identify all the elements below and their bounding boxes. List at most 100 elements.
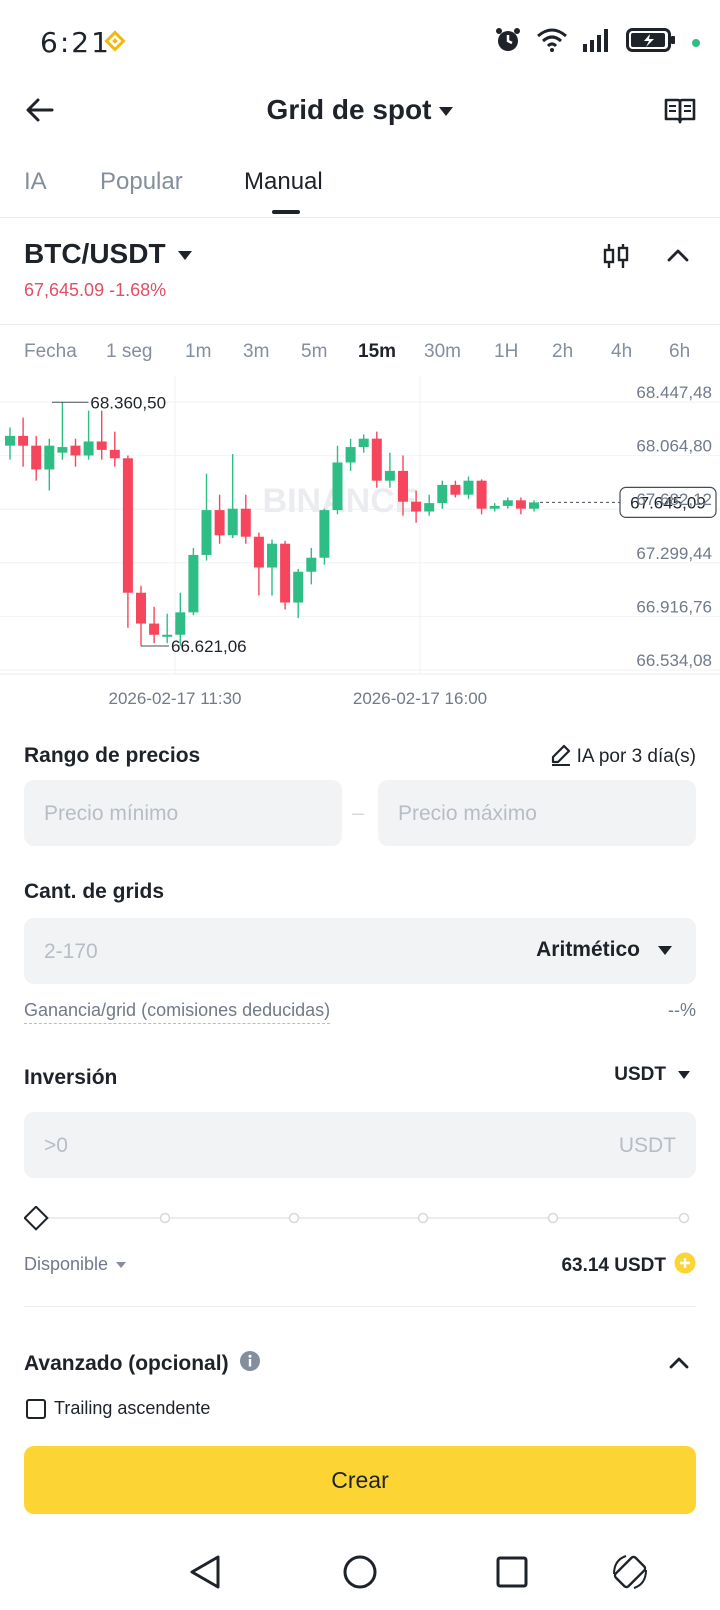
pair-info[interactable]: BTC/USDT 67,645.09 -1.68% — [24, 238, 192, 301]
available-value: 63.14 USDT — [561, 1254, 666, 1276]
candle-body — [476, 480, 487, 509]
candle-body — [227, 508, 238, 536]
add-funds-icon[interactable] — [674, 1252, 696, 1279]
candle-body — [358, 438, 369, 448]
interval-4h[interactable]: 4h — [611, 341, 632, 363]
candle-body — [214, 510, 225, 536]
notification-dot — [692, 38, 700, 47]
y-tick-label: 66.916,76 — [636, 597, 712, 616]
min-price-input[interactable]: Precio mínimo — [24, 780, 342, 846]
ai-range-label: IA por 3 día(s) — [576, 745, 696, 767]
y-tick-label: 67.682,12 — [636, 490, 712, 509]
interval-30m[interactable]: 30m — [424, 341, 461, 363]
pair-symbol: BTC/USDT — [24, 238, 166, 269]
candle-body — [149, 623, 160, 635]
pair-price-change: 67,645.09 -1.68% — [24, 280, 167, 300]
grid-mode-selector[interactable]: Aritmético — [536, 938, 672, 962]
range-separator: – — [352, 800, 365, 825]
book-icon[interactable] — [664, 96, 696, 129]
nav-recents-icon[interactable] — [496, 1556, 528, 1593]
grid-count-label: Cant. de grids — [24, 880, 165, 903]
status-bar: 6:21 — [0, 0, 720, 84]
interval-1h[interactable]: 1H — [494, 341, 518, 363]
investment-unit: USDT — [618, 1134, 676, 1157]
price-chart[interactable]: BINANCE 67.645,0968.360,5066.621,06 68.4… — [0, 376, 720, 716]
nav-home-icon[interactable] — [342, 1554, 378, 1595]
candle-body — [5, 435, 15, 446]
candle-body — [253, 536, 264, 568]
tab-popular[interactable]: Popular — [100, 168, 183, 196]
interval-fecha[interactable]: Fecha — [24, 341, 77, 363]
active-tab-indicator — [272, 210, 300, 214]
trailing-up-label: Trailing ascendente — [54, 1398, 211, 1418]
system-nav-bar — [0, 1534, 720, 1610]
create-button[interactable]: Crear — [24, 1446, 696, 1514]
candle-body — [175, 612, 186, 635]
caret-down-icon — [116, 1261, 127, 1268]
ai-range-button[interactable]: IA por 3 día(s) — [549, 742, 696, 771]
investment-currency-selector[interactable]: USDT — [614, 1064, 690, 1086]
candle-body — [70, 445, 81, 456]
advanced-label: Avanzado (opcional) — [24, 1351, 229, 1375]
candle-body — [529, 502, 539, 509]
candle-body — [109, 449, 120, 459]
candle-body — [122, 458, 133, 593]
candlestick-icon[interactable] — [602, 242, 630, 275]
tab-manual[interactable]: Manual — [244, 168, 323, 196]
nav-back-icon[interactable] — [188, 1554, 222, 1595]
caret-down-icon — [658, 945, 672, 955]
slider-step-max[interactable] — [678, 1212, 690, 1224]
interval-1s[interactable]: 1 seg — [106, 341, 152, 363]
x-tick-label: 2026-02-17 16:00 — [353, 689, 487, 708]
investment-input[interactable]: >0 USDT — [24, 1112, 696, 1178]
caret-down-icon — [439, 107, 454, 117]
candle-body — [57, 447, 68, 453]
wifi-icon — [536, 27, 568, 58]
caret-down-icon — [678, 1071, 690, 1079]
interval-6h[interactable]: 6h — [669, 341, 690, 363]
battery-charging-icon — [626, 27, 678, 58]
grid-count-input[interactable]: 2-170 Aritmético — [24, 918, 696, 984]
max-price-placeholder: Precio máximo — [398, 802, 537, 825]
available-selector[interactable]: Disponible — [24, 1254, 127, 1275]
advanced-header[interactable]: Avanzado (opcional) — [24, 1350, 261, 1377]
slider-step-50[interactable] — [288, 1212, 300, 1224]
candle-body — [44, 445, 55, 470]
interval-1m[interactable]: 1m — [185, 341, 211, 363]
interval-5m[interactable]: 5m — [301, 341, 327, 363]
chevron-up-icon[interactable] — [668, 1352, 690, 1379]
trailing-up-checkbox[interactable] — [26, 1398, 46, 1419]
candle-body — [267, 543, 277, 568]
candle-body — [188, 554, 199, 613]
rotate-screen-icon[interactable] — [610, 1552, 650, 1597]
y-tick-label: 66.534,08 — [636, 651, 712, 670]
trailing-up-option[interactable]: Trailing ascendente — [26, 1398, 210, 1419]
divider — [24, 1306, 696, 1307]
investment-slider[interactable] — [23, 1205, 696, 1236]
max-price-input[interactable]: Precio máximo — [378, 780, 696, 846]
profit-per-grid-label[interactable]: Ganancia/grid (comisiones deducidas) — [24, 1000, 331, 1024]
tab-ia[interactable]: IA — [24, 168, 47, 196]
y-tick-label: 67.299,44 — [636, 544, 712, 563]
slider-step-100[interactable] — [547, 1212, 559, 1224]
info-icon[interactable] — [239, 1350, 261, 1377]
slider-handle[interactable] — [23, 1205, 49, 1231]
candle-body — [31, 445, 42, 470]
candle-body — [201, 510, 212, 555]
strategy-selector[interactable]: Grid de spot — [0, 94, 720, 126]
chevron-up-icon[interactable] — [666, 244, 690, 273]
candle-body — [240, 508, 251, 537]
candle-body — [18, 435, 29, 446]
interval-15m[interactable]: 15m — [358, 341, 396, 363]
interval-2h[interactable]: 2h — [552, 341, 573, 363]
slider-step-25[interactable] — [159, 1212, 171, 1224]
candlestick-chart[interactable]: BINANCE 67.645,0968.360,5066.621,06 68.4… — [0, 376, 720, 716]
interval-selector: Fecha 1 seg 1m 3m 5m 15m 30m 1H 2h 4h 6h — [0, 324, 720, 376]
grid-mode-value: Aritmético — [536, 938, 640, 961]
y-tick-label: 68.447,48 — [636, 383, 712, 402]
slider-step-75[interactable] — [417, 1212, 429, 1224]
candle-body — [371, 438, 382, 481]
candle-body — [463, 480, 474, 495]
signal-icon — [582, 28, 612, 57]
interval-3m[interactable]: 3m — [243, 341, 269, 363]
